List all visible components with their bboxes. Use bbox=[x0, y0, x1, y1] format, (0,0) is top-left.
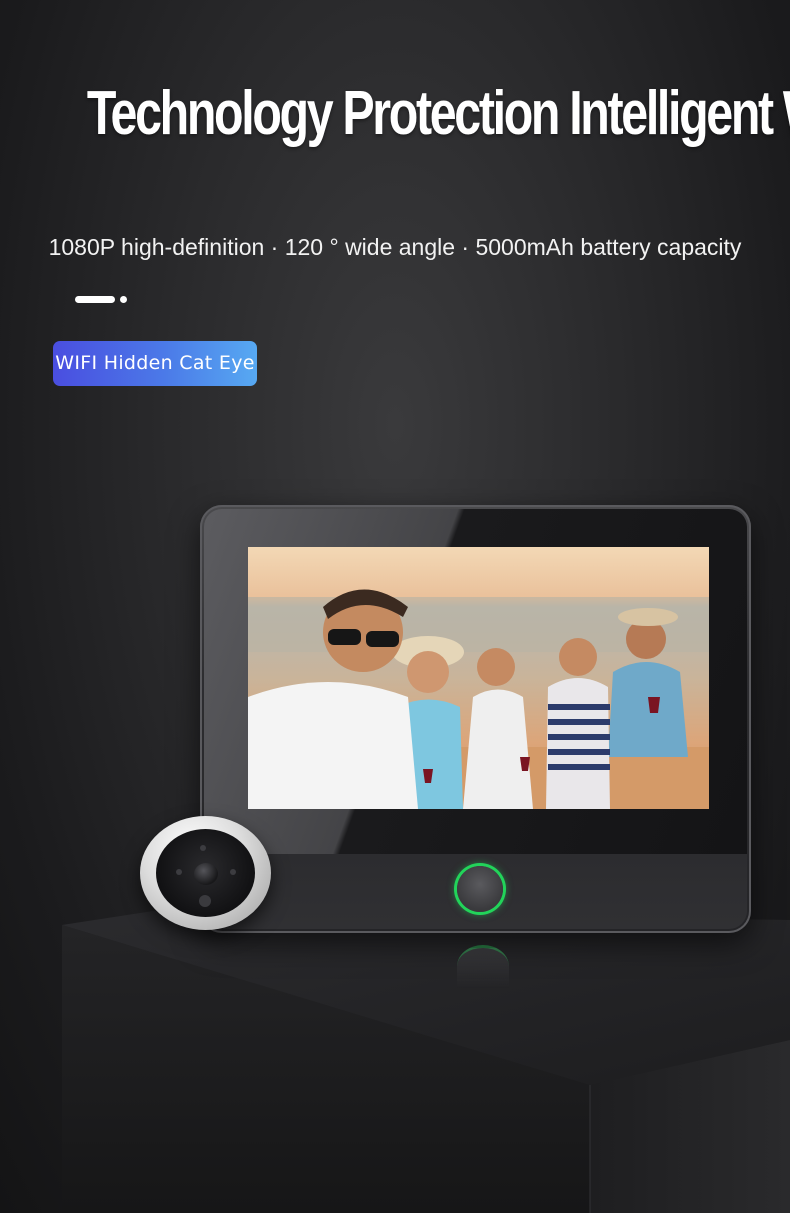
camera-lens-icon bbox=[194, 863, 218, 885]
smart-viewer-device bbox=[200, 505, 751, 933]
carousel-indicator-inactive[interactable] bbox=[120, 296, 127, 303]
home-button-reflection bbox=[457, 945, 509, 988]
screen-photo bbox=[248, 547, 709, 809]
camera-face bbox=[156, 829, 255, 917]
camera-ir-dot bbox=[200, 845, 206, 851]
product-tag: WIFI Hidden Cat Eye bbox=[53, 341, 257, 386]
page-title: Technology Protection Intelligent Watche… bbox=[86, 79, 790, 148]
camera-ir-dot bbox=[230, 869, 236, 875]
camera-sensor-icon bbox=[199, 895, 211, 907]
device-screen bbox=[248, 547, 709, 809]
product-banner: Technology Protection Intelligent Watche… bbox=[0, 0, 790, 1213]
carousel-indicator-active[interactable] bbox=[75, 296, 115, 303]
peephole-camera-icon bbox=[140, 816, 271, 930]
feature-list: 1080P high-definition · 120 ° wide angle… bbox=[48, 234, 742, 260]
camera-ir-dot bbox=[176, 869, 182, 875]
home-ring-icon[interactable] bbox=[457, 866, 503, 912]
